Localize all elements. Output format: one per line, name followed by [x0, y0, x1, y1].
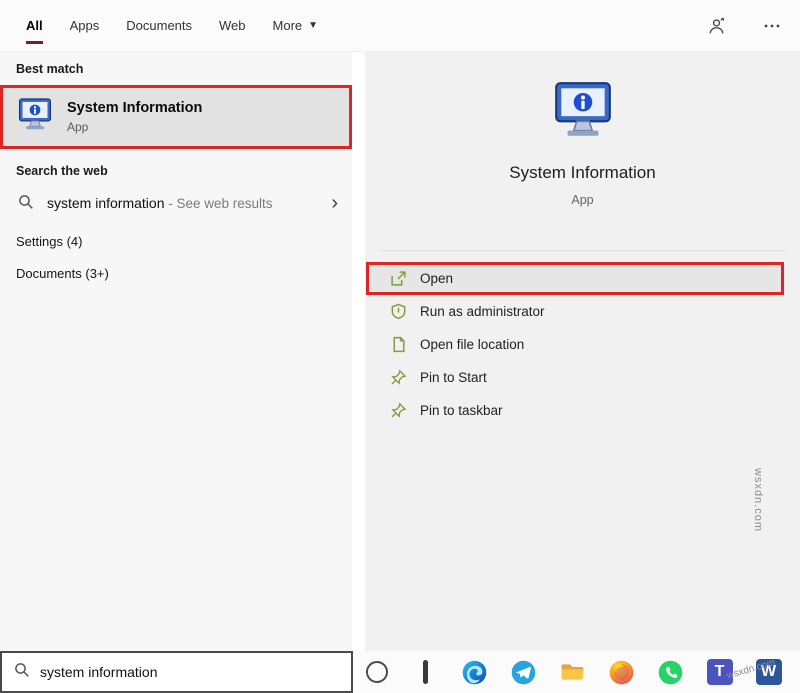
system-information-app-icon — [16, 96, 54, 139]
action-run-as-admin-label: Run as administrator — [420, 304, 545, 319]
web-suggestion-query: system information — [47, 195, 164, 211]
tab-more[interactable]: More ▼ — [273, 0, 319, 51]
group-documents[interactable]: Documents (3+) — [16, 266, 109, 281]
action-open-file-location[interactable]: Open file location — [366, 328, 784, 361]
search-results-panel: Best match System Information App Search… — [0, 52, 352, 651]
admin-shield-icon — [390, 303, 407, 320]
group-settings[interactable]: Settings (4) — [16, 234, 82, 249]
preview-panel: System Information App Open Run as ad — [365, 52, 800, 651]
web-suggestion-suffix: - See web results — [164, 196, 272, 211]
action-open-file-location-label: Open file location — [420, 337, 524, 352]
tab-more-label: More — [273, 18, 303, 33]
tab-web[interactable]: Web — [219, 0, 246, 51]
tab-all[interactable]: All — [26, 0, 43, 51]
firefox-icon[interactable] — [608, 659, 635, 686]
preview-subtitle: App — [571, 193, 593, 207]
search-web-header: Search the web — [16, 164, 108, 178]
action-open-label: Open — [420, 271, 453, 286]
pin-icon — [390, 369, 407, 386]
pin-icon — [390, 402, 407, 419]
user-account-icon[interactable] — [706, 16, 726, 36]
filter-tabs: All Apps Documents Web More ▼ — [0, 0, 318, 51]
search-icon — [18, 194, 34, 215]
cortana-icon[interactable] — [363, 659, 390, 686]
best-match-result[interactable]: System Information App — [0, 85, 352, 149]
topbar-actions — [706, 0, 782, 52]
action-pin-to-start[interactable]: Pin to Start — [366, 361, 784, 394]
action-run-as-admin[interactable]: Run as administrator — [366, 295, 784, 328]
search-input-value[interactable]: system information — [40, 664, 157, 680]
best-match-title: System Information — [67, 100, 202, 116]
tab-documents-label: Documents — [126, 18, 192, 33]
divider — [379, 250, 785, 251]
whatsapp-icon[interactable] — [657, 659, 684, 686]
context-actions: Open Run as administrator Open file loca… — [366, 262, 784, 427]
pen-workspace-icon[interactable] — [412, 659, 439, 686]
tab-documents[interactable]: Documents — [126, 0, 192, 51]
chevron-down-icon: ▼ — [308, 20, 318, 31]
edge-browser-icon[interactable] — [461, 659, 488, 686]
open-icon — [390, 270, 407, 287]
tab-web-label: Web — [219, 18, 246, 33]
action-pin-to-start-label: Pin to Start — [420, 370, 487, 385]
telegram-icon[interactable] — [510, 659, 537, 686]
preview-title: System Information — [509, 163, 655, 183]
web-suggestion-row[interactable]: system information - See web results › — [0, 186, 352, 222]
taskbar-search-box[interactable]: system information — [0, 651, 353, 693]
best-match-header: Best match — [16, 62, 83, 76]
search-icon — [14, 662, 30, 683]
chevron-right-icon[interactable]: › — [331, 190, 338, 216]
action-open[interactable]: Open — [366, 262, 784, 295]
tab-all-label: All — [26, 18, 43, 33]
system-information-app-icon-large — [550, 78, 616, 149]
action-pin-to-taskbar[interactable]: Pin to taskbar — [366, 394, 784, 427]
more-options-icon[interactable] — [762, 16, 782, 36]
file-location-icon — [390, 336, 407, 353]
tab-apps-label: Apps — [70, 18, 100, 33]
search-filter-bar: All Apps Documents Web More ▼ — [0, 0, 800, 52]
best-match-subtitle: App — [67, 120, 202, 134]
action-pin-to-taskbar-label: Pin to taskbar — [420, 403, 503, 418]
watermark: wsxdn.com — [752, 468, 764, 532]
file-explorer-icon[interactable] — [559, 659, 586, 686]
tab-apps[interactable]: Apps — [70, 0, 100, 51]
